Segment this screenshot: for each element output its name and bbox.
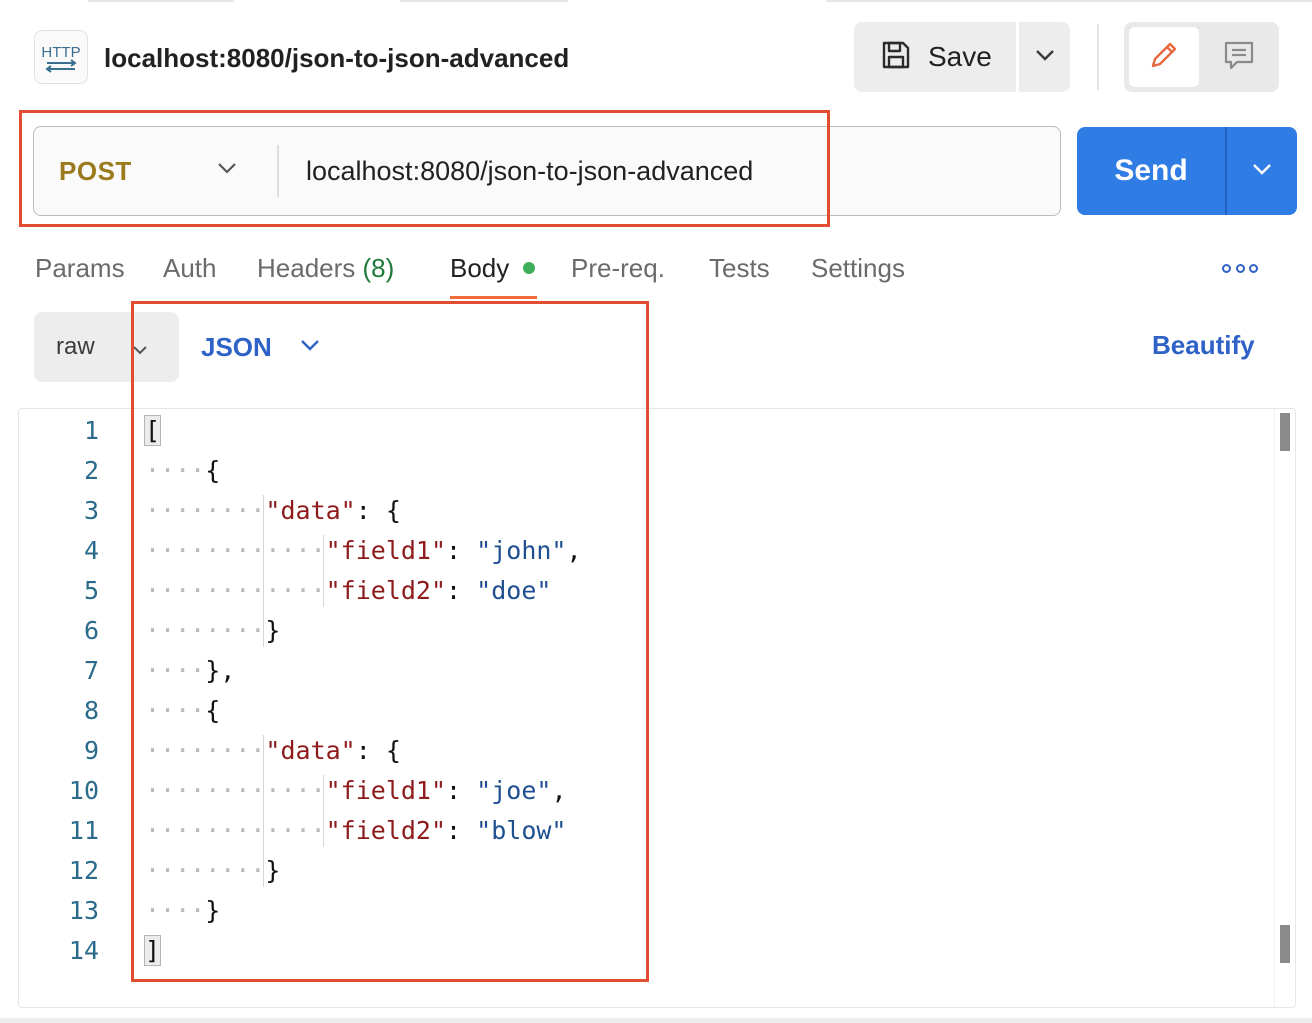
- line-number: 3: [83, 496, 99, 525]
- send-button[interactable]: Send: [1077, 127, 1225, 215]
- url-bar: POST localhost:8080/json-to-json-advance…: [33, 126, 1061, 216]
- code-text: ········}: [145, 616, 281, 645]
- save-button-group: Save: [854, 22, 1070, 92]
- code-line: 7 ····},: [19, 651, 1269, 691]
- code-line: 4 ············"field1": "john",: [19, 531, 1269, 571]
- line-number: 1: [83, 416, 99, 445]
- headers-count-badge: (8): [362, 253, 395, 283]
- chevron-down-icon: [1252, 162, 1272, 180]
- editor-scrollbar[interactable]: [1274, 409, 1295, 1007]
- active-tab-indicator: [450, 296, 537, 299]
- request-title[interactable]: localhost:8080/json-to-json-advanced: [104, 40, 569, 76]
- code-line: 14]: [19, 931, 1269, 971]
- tab-settings[interactable]: Settings: [811, 250, 905, 290]
- chevron-down-icon: [132, 342, 148, 360]
- tab-auth[interactable]: Auth: [163, 250, 217, 290]
- code-line: 8 ····{: [19, 691, 1269, 731]
- line-number: 7: [83, 656, 99, 685]
- url-divider: [277, 145, 279, 197]
- floppy-disk-icon: [880, 39, 912, 76]
- comment-icon: [1222, 38, 1256, 77]
- code-line: 5 ············"field2": "doe": [19, 571, 1269, 611]
- line-number: 10: [68, 776, 99, 805]
- more-horizontal-icon[interactable]: [1222, 260, 1258, 276]
- scrollbar-marker-bottom: [1280, 925, 1290, 963]
- scrollbar-marker-top: [1280, 413, 1290, 451]
- tab-headers-label: Headers: [257, 253, 356, 283]
- send-options-button[interactable]: [1227, 127, 1297, 215]
- edit-mode-button[interactable]: [1129, 27, 1199, 87]
- code-text: ············"field2": "doe": [145, 576, 552, 605]
- code-text: ····{: [145, 696, 221, 725]
- line-number: 14: [68, 936, 99, 965]
- method-select[interactable]: POST: [34, 127, 276, 215]
- method-label: POST: [59, 155, 132, 186]
- code-text: ············"field2": "blow": [145, 816, 567, 845]
- code-text: ]: [143, 935, 162, 966]
- indent-guide: [263, 495, 264, 647]
- body-mode-label: raw: [56, 333, 95, 360]
- code-text: ····},: [145, 656, 236, 685]
- code-line: 1[: [19, 411, 1269, 451]
- save-button[interactable]: Save: [854, 22, 1016, 92]
- code-line: 3 ········"data": {: [19, 491, 1269, 531]
- send-button-group: Send: [1077, 127, 1297, 215]
- indent-guide: [263, 735, 264, 887]
- code-text: [: [143, 415, 162, 446]
- code-line: 12 ········}: [19, 851, 1269, 891]
- line-number: 2: [83, 456, 99, 485]
- view-mode-toggle: [1124, 22, 1279, 92]
- comments-button[interactable]: [1204, 27, 1274, 87]
- tab-tests[interactable]: Tests: [709, 250, 770, 290]
- code-text: ····}: [145, 896, 221, 925]
- code-line: 2 ····{: [19, 451, 1269, 491]
- url-input[interactable]: localhost:8080/json-to-json-advanced: [306, 127, 1046, 215]
- code-text: ········"data": {: [145, 736, 401, 765]
- code-line: 11 ············"field2": "blow": [19, 811, 1269, 851]
- chevron-down-icon: [300, 338, 320, 356]
- http-request-icon: HTTP: [34, 30, 88, 84]
- line-number: 5: [83, 576, 99, 605]
- chevron-down-icon: [1035, 48, 1055, 66]
- code-text: ············"field1": "joe",: [145, 776, 567, 805]
- toolbar-separator: [1097, 24, 1099, 90]
- line-number: 12: [68, 856, 99, 885]
- line-number: 11: [68, 816, 99, 845]
- code-text: ········"data": {: [145, 496, 401, 525]
- code-line: 6 ········}: [19, 611, 1269, 651]
- code-text: ············"field1": "john",: [145, 536, 582, 565]
- line-number: 6: [83, 616, 99, 645]
- body-mode-select[interactable]: raw: [34, 312, 179, 382]
- code-line: 13 ····}: [19, 891, 1269, 931]
- top-tab-strip: [0, 0, 1312, 4]
- indent-guide: [323, 775, 324, 847]
- body-language-select[interactable]: JSON: [201, 324, 320, 370]
- tab-body[interactable]: Body: [450, 250, 509, 290]
- tab-prereq[interactable]: Pre-req.: [571, 250, 665, 290]
- chevron-down-icon: [217, 161, 237, 179]
- pencil-icon: [1147, 38, 1181, 77]
- tab-params[interactable]: Params: [35, 250, 125, 290]
- body-code-editor[interactable]: 1[2 ····{3 ········"data": {4 ············"…: [18, 408, 1296, 1008]
- beautify-button[interactable]: Beautify: [1152, 330, 1255, 361]
- line-number: 9: [83, 736, 99, 765]
- http-badge-text: HTTP: [41, 44, 80, 61]
- body-language-label: JSON: [201, 331, 272, 362]
- line-number: 13: [68, 896, 99, 925]
- bottom-border: [0, 1018, 1312, 1023]
- tab-headers[interactable]: Headers (8): [257, 250, 394, 290]
- body-modified-dot: [523, 262, 535, 274]
- code-line: 9 ········"data": {: [19, 731, 1269, 771]
- save-options-button[interactable]: [1019, 22, 1070, 92]
- line-number: 8: [83, 696, 99, 725]
- code-text: ····{: [145, 456, 221, 485]
- code-text: ········}: [145, 856, 281, 885]
- save-label: Save: [928, 41, 992, 72]
- code-line: 10 ············"field1": "joe",: [19, 771, 1269, 811]
- line-number: 4: [83, 536, 99, 565]
- indent-guide: [323, 535, 324, 607]
